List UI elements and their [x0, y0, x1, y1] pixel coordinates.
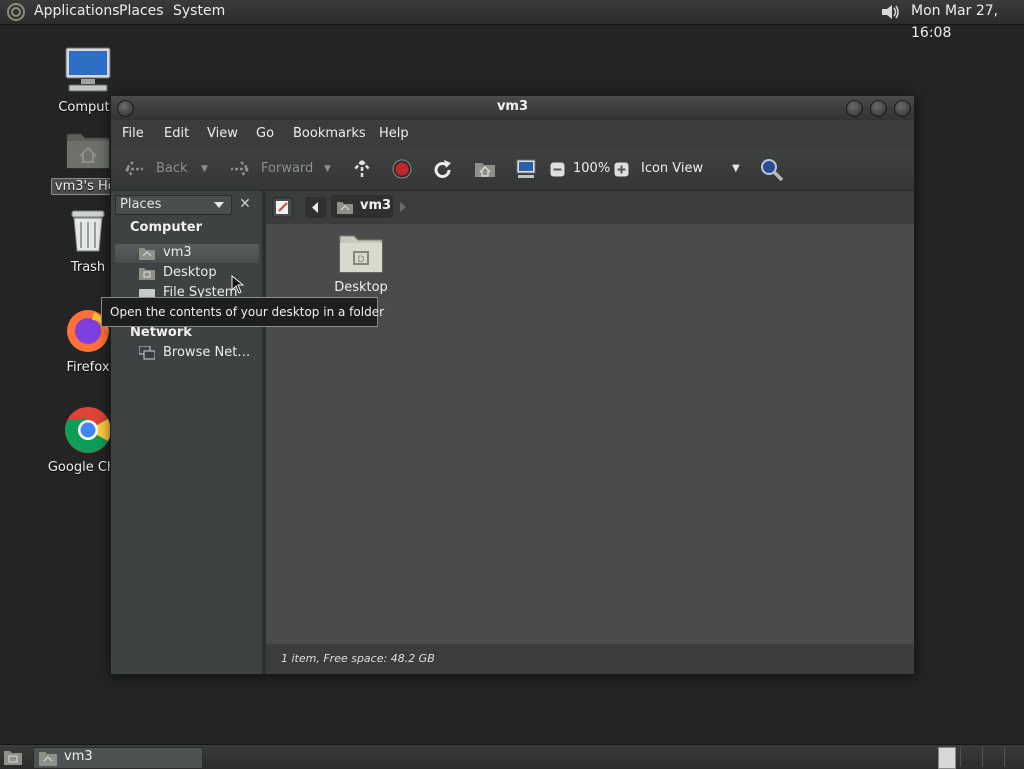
- menu-go[interactable]: Go: [256, 126, 274, 141]
- home-folder-icon: [139, 248, 155, 260]
- view-mode-select[interactable]: Icon View: [641, 148, 703, 190]
- tooltip: Open the contents of your desktop in a f…: [101, 297, 384, 327]
- sidebar-section-network: Network: [130, 325, 192, 340]
- file-item-label: Desktop: [334, 280, 388, 295]
- menu-edit[interactable]: Edit: [164, 126, 189, 141]
- menu-bar: File Edit View Go Bookmarks Help: [111, 120, 914, 148]
- forward-history-dropdown[interactable]: ▼: [324, 148, 331, 190]
- home-icon[interactable]: [474, 160, 496, 178]
- file-item-desktop[interactable]: D Desktop: [318, 232, 404, 295]
- taskbar-item-label: vm3: [64, 749, 93, 764]
- search-icon[interactable]: [760, 158, 784, 182]
- taskbar-item-vm3[interactable]: vm3: [33, 747, 203, 769]
- minimize-button[interactable]: [846, 100, 863, 117]
- sidebar-selector[interactable]: Places: [115, 195, 232, 215]
- back-button[interactable]: Back: [156, 148, 188, 190]
- file-view[interactable]: D Desktop: [266, 224, 914, 644]
- path-button-vm3[interactable]: vm3: [331, 195, 393, 218]
- stop-icon[interactable]: [392, 159, 412, 179]
- sidebar-close-button[interactable]: ✕: [235, 194, 255, 214]
- status-text: 1 item, Free space: 48.2 GB: [281, 652, 435, 665]
- svg-text:D: D: [358, 255, 365, 265]
- workspace-2[interactable]: [960, 747, 980, 767]
- location-bar: vm3: [266, 191, 914, 224]
- back-arrow-icon: [124, 161, 143, 177]
- toolbar: Back ▼ Forward ▼ 100% Icon View ▼: [111, 148, 914, 191]
- zoom-level[interactable]: 100%: [573, 148, 610, 190]
- chrome-icon: [65, 407, 111, 453]
- forward-arrow-icon: [231, 161, 250, 177]
- menu-view[interactable]: View: [207, 126, 238, 141]
- speaker-icon[interactable]: [879, 2, 901, 22]
- bottom-panel: vm3: [0, 744, 1024, 769]
- sidebar-selector-label: Places: [120, 197, 162, 212]
- sidebar-item-label: Desktop: [163, 265, 217, 280]
- computer-icon: [65, 47, 111, 92]
- reload-icon[interactable]: [432, 159, 454, 181]
- show-desktop-icon[interactable]: [3, 748, 23, 766]
- zoom-in-icon[interactable]: [614, 162, 629, 177]
- desktop-folder-icon: [139, 268, 155, 280]
- trash-icon: [71, 210, 105, 252]
- menu-bookmarks[interactable]: Bookmarks: [293, 126, 366, 141]
- path-left-arrow-icon[interactable]: [305, 197, 326, 218]
- forward-button[interactable]: Forward: [261, 148, 313, 190]
- sidebar-section-computer: Computer: [130, 220, 203, 235]
- window-title: vm3: [496, 99, 529, 114]
- menu-help[interactable]: Help: [379, 126, 409, 141]
- mouse-pointer-icon: [231, 275, 245, 294]
- top-panel: Applications Places System Mon Mar 27, 1…: [0, 0, 1024, 41]
- edit-location-icon[interactable]: [272, 197, 293, 218]
- workspace-4[interactable]: [1004, 747, 1024, 767]
- workspace-1[interactable]: [938, 747, 956, 769]
- clock[interactable]: Mon Mar 27, 16:08: [911, 0, 1024, 41]
- system-menu[interactable]: System: [173, 0, 225, 24]
- places-menu[interactable]: Places: [119, 0, 164, 24]
- title-bar[interactable]: vm3: [111, 96, 914, 120]
- menu-file[interactable]: File: [122, 126, 144, 141]
- maximize-button[interactable]: [870, 100, 887, 117]
- sidebar-item-vm3[interactable]: vm3: [115, 244, 259, 263]
- sidebar-item-label: Browse Net…: [163, 345, 251, 360]
- desktop-folder-icon: D: [339, 235, 383, 273]
- close-button[interactable]: [894, 100, 911, 117]
- status-bar: 1 item, Free space: 48.2 GB: [266, 644, 914, 674]
- home-folder-icon: [39, 752, 57, 766]
- home-folder-icon: [337, 202, 353, 214]
- path-button-label: vm3: [360, 198, 392, 213]
- view-mode-dropdown-arrow[interactable]: ▼: [732, 148, 740, 190]
- file-manager-window: vm3 File Edit View Go Bookmarks Help Bac…: [110, 95, 915, 675]
- home-folder-icon: [66, 133, 110, 169]
- gnome-foot-icon[interactable]: [6, 2, 26, 22]
- sidebar-item-label: vm3: [163, 245, 192, 260]
- path-right-arrow-icon[interactable]: [398, 201, 408, 213]
- sidebar-item-browse-network[interactable]: Browse Net…: [115, 344, 259, 363]
- zoom-out-icon[interactable]: [550, 162, 565, 177]
- up-arrow-icon[interactable]: [351, 158, 373, 180]
- workspace-3[interactable]: [982, 747, 1002, 767]
- computer-toolbar-icon[interactable]: [515, 158, 537, 180]
- chevron-down-icon: [214, 202, 224, 208]
- back-history-dropdown[interactable]: ▼: [201, 148, 208, 190]
- applications-menu[interactable]: Applications: [34, 0, 120, 24]
- network-icon: [139, 346, 155, 360]
